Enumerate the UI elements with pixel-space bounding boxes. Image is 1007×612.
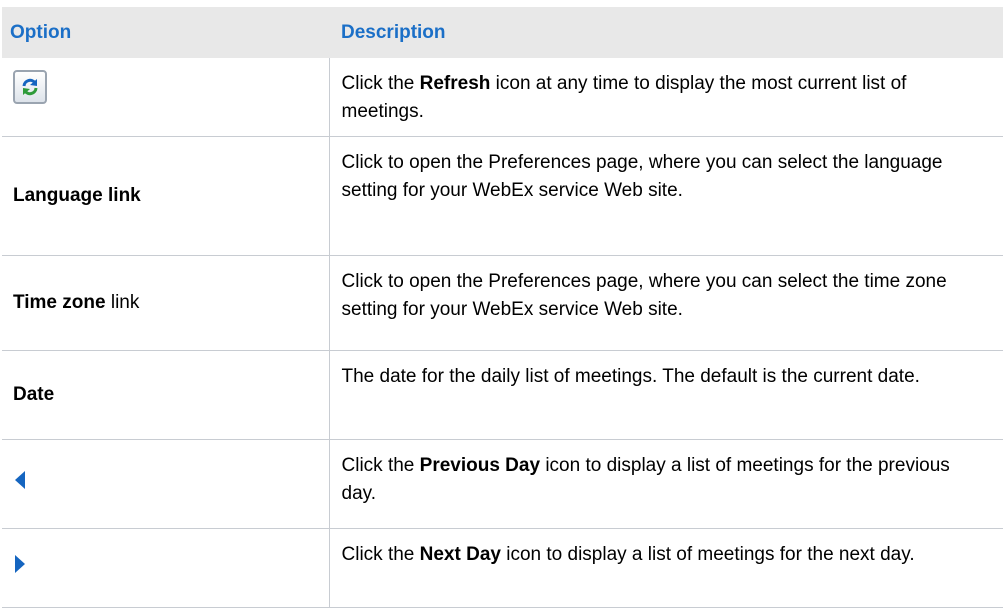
header-row: Option Description <box>2 7 1003 58</box>
option-cell <box>2 439 330 529</box>
description-text: icon to display a list of meetings for t… <box>500 544 915 565</box>
option-label: Language link <box>13 185 141 206</box>
description-bold-term: Refresh <box>419 73 491 94</box>
description-text: Click the <box>341 73 420 94</box>
description-text: Click to open the Preferences page, wher… <box>341 271 947 320</box>
description-column-header: Description <box>329 7 1003 58</box>
option-cell <box>2 58 330 137</box>
description-text: Click the <box>341 455 420 476</box>
option-cell: Language link <box>2 136 330 256</box>
description-cell: Click to open the Preferences page, wher… <box>329 136 1003 256</box>
options-table: Option Description Click the Refresh ico… <box>2 7 1003 608</box>
option-cell <box>2 528 330 608</box>
next-day-arrow-icon[interactable] <box>13 553 27 584</box>
table-row-time-zone-link: Time zone link Click to open the Prefere… <box>2 255 1003 351</box>
description-cell: The date for the daily list of meetings.… <box>329 350 1003 440</box>
description-bold-term: Next Day <box>419 544 501 565</box>
refresh-icon[interactable] <box>13 70 47 104</box>
description-text: Click to open the Preferences page, wher… <box>341 152 943 201</box>
previous-day-arrow-icon[interactable] <box>13 469 27 500</box>
option-cell: Time zone link <box>2 255 330 351</box>
option-label: Time zone <box>13 292 106 313</box>
option-column-header: Option <box>2 7 329 58</box>
description-cell: Click the Refresh icon at any time to di… <box>329 58 1003 137</box>
options-table-page: Option Description Click the Refresh ico… <box>0 0 1007 612</box>
table-row-language-link: Language link Click to open the Preferen… <box>2 136 1003 256</box>
table-row-refresh: Click the Refresh icon at any time to di… <box>2 58 1003 137</box>
table-row-date: Date The date for the daily list of meet… <box>2 350 1003 440</box>
description-cell: Click the Previous Day icon to display a… <box>329 439 1003 529</box>
description-bold-term: Previous Day <box>419 455 541 476</box>
description-cell: Click the Next Day icon to display a lis… <box>329 528 1003 608</box>
table-row-previous-day: Click the Previous Day icon to display a… <box>2 439 1003 529</box>
description-cell: Click to open the Preferences page, wher… <box>329 255 1003 351</box>
description-text: Click the <box>341 544 420 565</box>
table-row-next-day: Click the Next Day icon to display a lis… <box>2 528 1003 608</box>
option-label: Date <box>13 384 55 405</box>
description-text: The date for the daily list of meetings.… <box>341 366 920 387</box>
option-label-suffix: link <box>105 292 140 313</box>
option-cell: Date <box>2 350 330 440</box>
